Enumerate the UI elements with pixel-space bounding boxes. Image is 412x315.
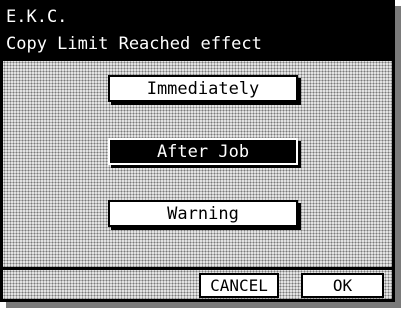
title-bar: E.K.C. Copy Limit Reached effect: [0, 0, 395, 58]
screen-title: E.K.C.: [6, 7, 68, 27]
option-after-job-button[interactable]: After Job: [108, 138, 298, 165]
cancel-button[interactable]: CANCEL: [199, 273, 279, 298]
screen-subtitle: Copy Limit Reached effect: [6, 34, 262, 54]
option-warning-button[interactable]: Warning: [108, 200, 298, 227]
ok-button[interactable]: OK: [301, 273, 384, 298]
option-immediately-button[interactable]: Immediately: [108, 75, 298, 102]
screen-shadow-bottom: [6, 302, 401, 308]
screen-shadow-right: [395, 6, 401, 308]
touch-screen: E.K.C. Copy Limit Reached effect Immedia…: [0, 0, 395, 302]
